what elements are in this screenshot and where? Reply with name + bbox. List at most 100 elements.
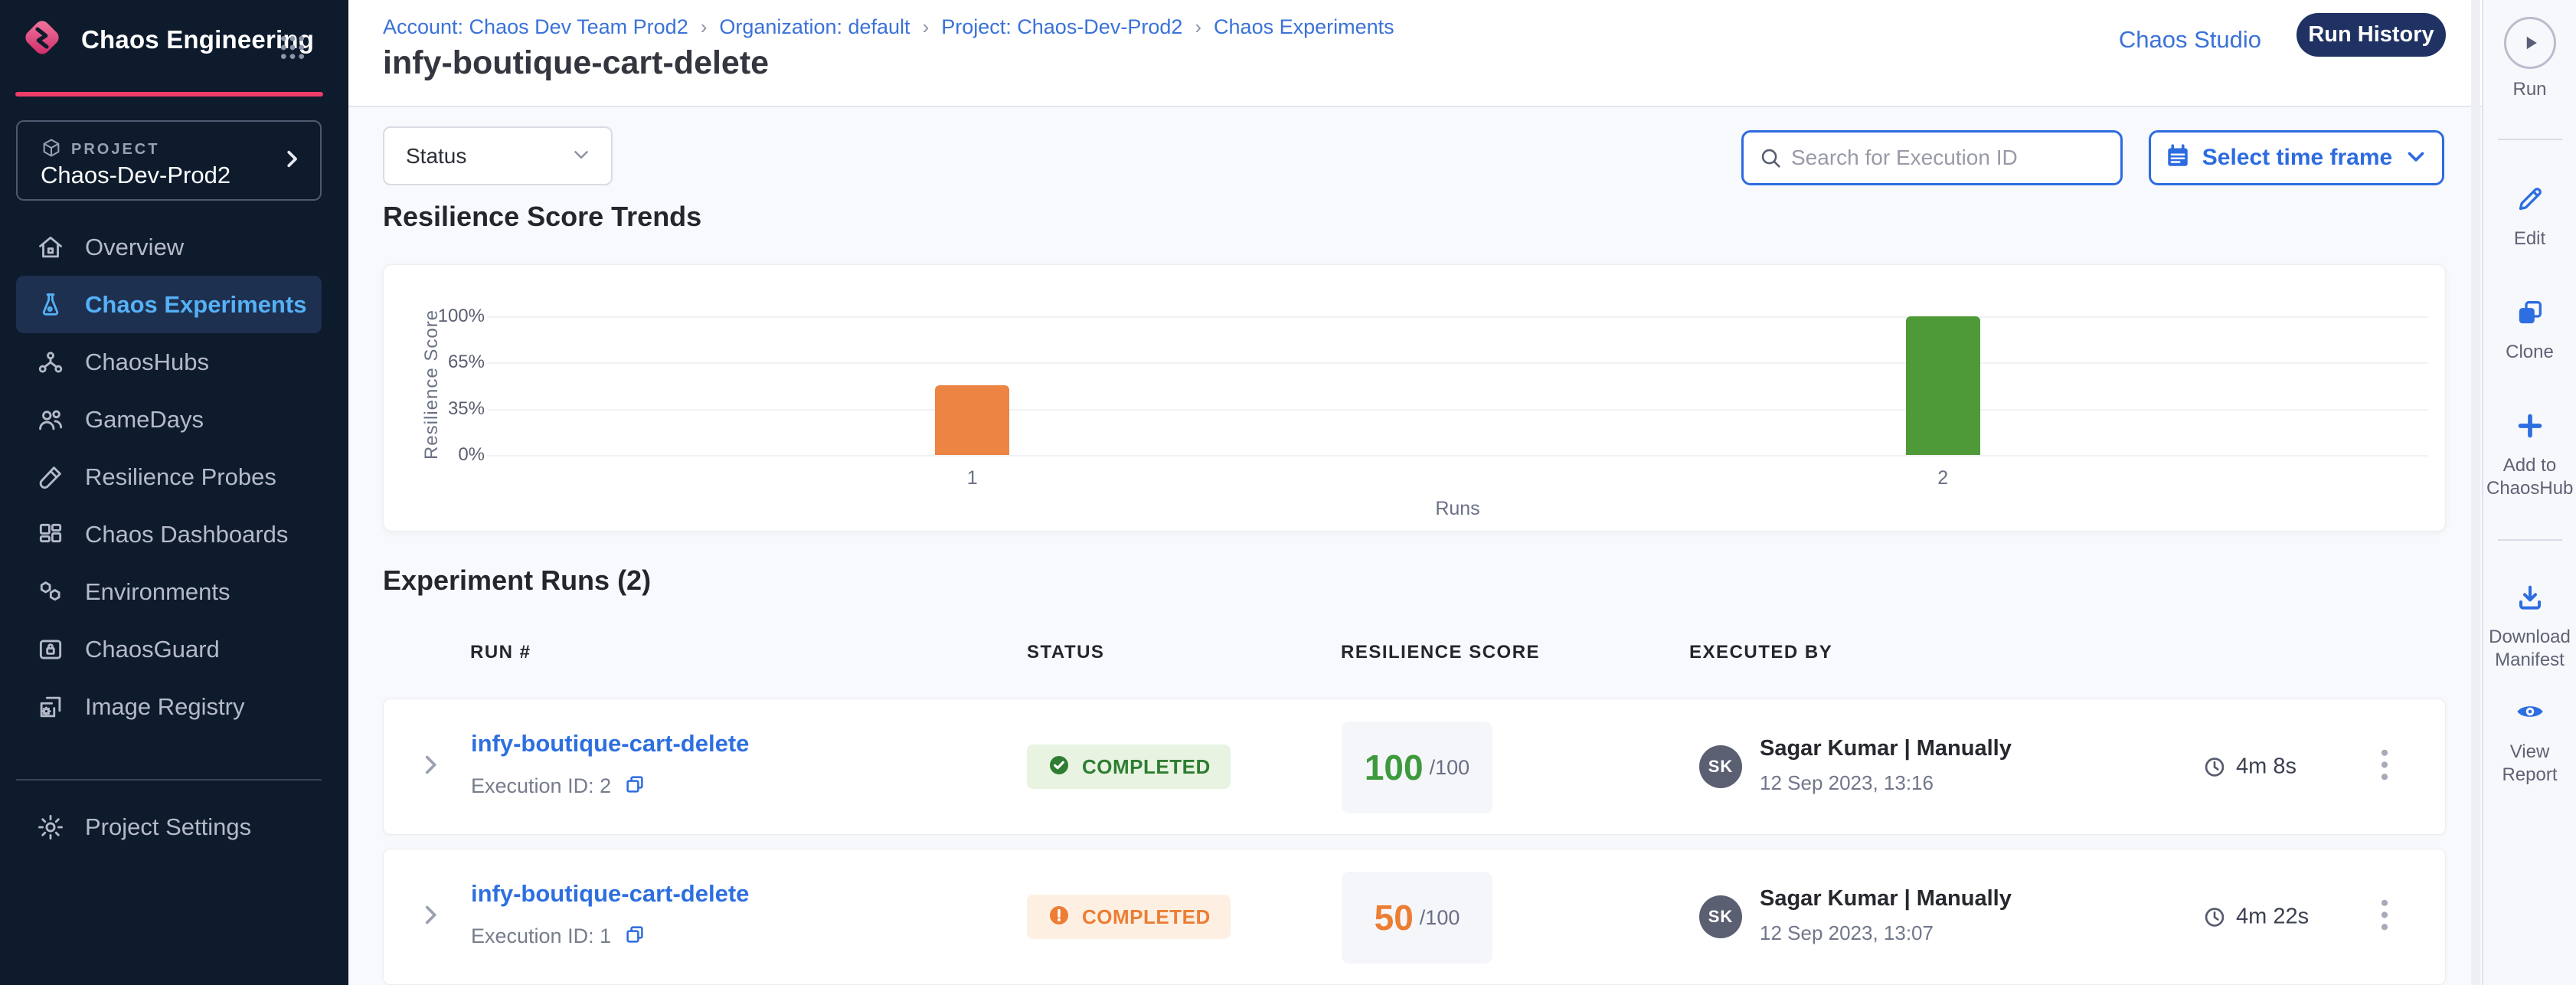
- breadcrumb-separator: ›: [1195, 15, 1201, 39]
- edit-label: Edit: [2486, 227, 2573, 250]
- copy-icon[interactable]: [623, 773, 646, 800]
- probe-icon: [36, 463, 65, 492]
- sidebar-item-chaos-experiments[interactable]: Chaos Experiments: [16, 276, 322, 333]
- breadcrumb-account-link[interactable]: Account: Chaos Dev Team Prod2: [383, 15, 688, 39]
- hub-network-icon: [36, 348, 65, 377]
- breadcrumb-project-link[interactable]: Project: Chaos-Dev-Prod2: [941, 15, 1182, 39]
- resilience-trend-chart: 100% 65% 35% 0% Resilience Score 12 Runs: [383, 264, 2446, 532]
- chaos-studio-link[interactable]: Chaos Studio: [2119, 26, 2261, 54]
- copy-icon[interactable]: [623, 923, 646, 950]
- sidebar-item-overview[interactable]: Overview: [16, 218, 322, 276]
- project-selector[interactable]: PROJECT Chaos-Dev-Prod2: [16, 120, 322, 201]
- download-manifest-action[interactable]: Download Manifest: [2483, 582, 2576, 672]
- brand-underline: [15, 92, 323, 97]
- sidebar-item-chaosguard[interactable]: ChaosGuard: [16, 620, 322, 678]
- row-menu-kebab-icon[interactable]: [2372, 891, 2398, 944]
- x-axis-tick: 1: [967, 467, 978, 489]
- status-label: COMPLETED: [1082, 755, 1211, 779]
- run-history-button[interactable]: Run History: [2296, 13, 2446, 57]
- sidebar-item-label: Overview: [85, 234, 184, 261]
- chart-plot: [487, 316, 2428, 455]
- flask-icon: [36, 290, 65, 319]
- search-icon: [1757, 145, 1783, 171]
- hexagons-icon: [36, 578, 65, 607]
- run-duration: 4m 22s: [2202, 905, 2309, 930]
- row-menu-kebab-icon[interactable]: [2372, 741, 2398, 794]
- chart-section-heading: Resilience Score Trends: [383, 201, 701, 233]
- executed-at: 12 Sep 2023, 13:16: [1760, 771, 1934, 795]
- pencil-icon: [2515, 184, 2545, 214]
- users-icon: [36, 405, 65, 434]
- resilience-score: 50 /100: [1342, 872, 1492, 964]
- view-report-label: View Report: [2486, 741, 2573, 787]
- run-label: Run: [2483, 78, 2576, 101]
- download-manifest-label: Download Manifest: [2486, 626, 2573, 672]
- sidebar-item-label: Chaos Dashboards: [85, 521, 288, 548]
- sidebar-item-label: Image Registry: [85, 693, 244, 721]
- run-name-link[interactable]: infy-boutique-cart-delete: [471, 880, 749, 908]
- score-value: 100: [1365, 747, 1424, 788]
- run-duration: 4m 8s: [2202, 754, 2296, 780]
- chaos-engineering-logo-icon: [20, 15, 64, 64]
- column-header-score: RESILIENCE SCORE: [1341, 642, 1540, 663]
- clone-action[interactable]: Clone: [2483, 297, 2576, 364]
- sidebar-item-label: Project Settings: [85, 813, 251, 841]
- chart-bar: [1906, 316, 1980, 455]
- y-axis-title: Resilience Score: [421, 243, 443, 526]
- sidebar-item-label: GameDays: [85, 406, 204, 434]
- calendar-icon: [2164, 142, 2192, 174]
- x-axis-title: Runs: [487, 498, 2428, 520]
- rail-divider: [2498, 139, 2562, 140]
- action-rail: Run Edit Clone Add to ChaosHub Download …: [2482, 0, 2576, 985]
- sidebar-item-chaoshubs[interactable]: ChaosHubs: [16, 333, 322, 391]
- alert-circle-icon: [1047, 903, 1071, 931]
- sidebar: Chaos Engineering PROJECT Chaos-Dev-Prod…: [0, 0, 348, 985]
- avatar: SK: [1699, 745, 1742, 788]
- sidebar-item-environments[interactable]: Environments: [16, 563, 322, 620]
- resilience-score: 100 /100: [1342, 722, 1492, 813]
- download-icon: [2515, 582, 2545, 613]
- gridline: [487, 455, 2428, 457]
- status-badge: COMPLETED: [1027, 895, 1231, 939]
- time-frame-label: Select time frame: [2202, 145, 2392, 171]
- dashboard-icon: [36, 520, 65, 549]
- executed-by-name: Sagar Kumar | Manually: [1760, 736, 2012, 761]
- time-frame-selector[interactable]: Select time frame: [2149, 130, 2444, 185]
- registry-gear-doc-icon: [36, 692, 65, 722]
- execution-id: Execution ID: 2: [471, 774, 611, 798]
- home-icon: [36, 233, 65, 262]
- column-header-run: RUN #: [470, 642, 531, 663]
- sidebar-item-chaos-dashboards[interactable]: Chaos Dashboards: [16, 506, 322, 563]
- run-name-link[interactable]: infy-boutique-cart-delete: [471, 730, 749, 758]
- chevron-right-icon: [280, 147, 303, 174]
- content-scrollbar[interactable]: [2471, 0, 2480, 985]
- run-button[interactable]: [2504, 17, 2556, 69]
- chevron-down-icon: [2403, 143, 2429, 173]
- search-input[interactable]: [1791, 133, 2113, 183]
- column-header-executed-by: EXECUTED BY: [1689, 642, 1832, 663]
- sidebar-item-project-settings[interactable]: Project Settings: [16, 798, 322, 856]
- expand-chevron-icon[interactable]: [417, 902, 443, 932]
- run-action: Run: [2483, 17, 2576, 101]
- sidebar-item-label: Chaos Experiments: [85, 291, 306, 319]
- status-filter-dropdown[interactable]: Status: [383, 126, 613, 185]
- chart-xlabels: 12: [487, 467, 2428, 493]
- execution-search: [1741, 130, 2123, 185]
- edit-action[interactable]: Edit: [2483, 184, 2576, 250]
- execution-id: Execution ID: 1: [471, 924, 611, 948]
- breadcrumb: Account: Chaos Dev Team Prod2 › Organiza…: [383, 15, 1394, 39]
- sidebar-item-gamedays[interactable]: GameDays: [16, 391, 322, 448]
- executed-by-name: Sagar Kumar | Manually: [1760, 886, 2012, 911]
- breadcrumb-experiments-link[interactable]: Chaos Experiments: [1214, 15, 1394, 39]
- module-grid-icon[interactable]: [277, 32, 308, 67]
- executed-at: 12 Sep 2023, 13:07: [1760, 921, 1934, 945]
- rail-divider: [2498, 539, 2562, 541]
- sidebar-divider: [16, 779, 322, 780]
- gear-icon: [36, 813, 65, 842]
- add-to-chaoshub-action[interactable]: Add to ChaosHub: [2483, 411, 2576, 500]
- sidebar-item-image-registry[interactable]: Image Registry: [16, 678, 322, 735]
- expand-chevron-icon[interactable]: [417, 752, 443, 782]
- sidebar-item-resilience-probes[interactable]: Resilience Probes: [16, 448, 322, 506]
- view-report-action[interactable]: View Report: [2483, 695, 2576, 787]
- breadcrumb-org-link[interactable]: Organization: default: [719, 15, 910, 39]
